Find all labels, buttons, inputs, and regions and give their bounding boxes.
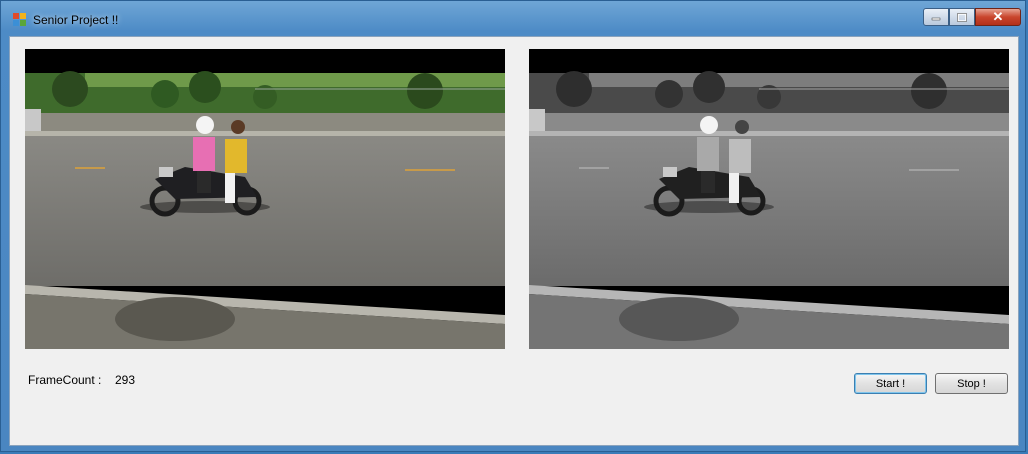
grayscale-video-image (529, 49, 1009, 349)
color-video-image (25, 49, 505, 349)
title-bar[interactable]: Senior Project !! ✕ (1, 1, 1027, 35)
caption-buttons: ✕ (923, 8, 1021, 26)
window-title: Senior Project !! (33, 13, 119, 27)
start-button[interactable]: Start ! (854, 373, 927, 394)
minimize-button[interactable] (923, 8, 949, 26)
close-icon: ✕ (992, 9, 1004, 24)
original-color-frame (25, 49, 505, 349)
close-button[interactable]: ✕ (975, 8, 1021, 26)
app-grid-icon (13, 13, 26, 26)
minimize-icon (931, 17, 941, 21)
frame-count-value: 293 (115, 373, 136, 387)
maximize-button[interactable] (949, 8, 975, 26)
maximize-icon (957, 12, 967, 22)
app-window: Senior Project !! ✕ FrameCount: 293 Sta… (0, 0, 1026, 452)
frame-count-label: FrameCount : (28, 373, 102, 387)
grayscale-frame (529, 49, 1009, 349)
form-client-area: FrameCount : 293 Start ! Stop ! (9, 36, 1019, 446)
stop-button[interactable]: Stop ! (935, 373, 1008, 394)
